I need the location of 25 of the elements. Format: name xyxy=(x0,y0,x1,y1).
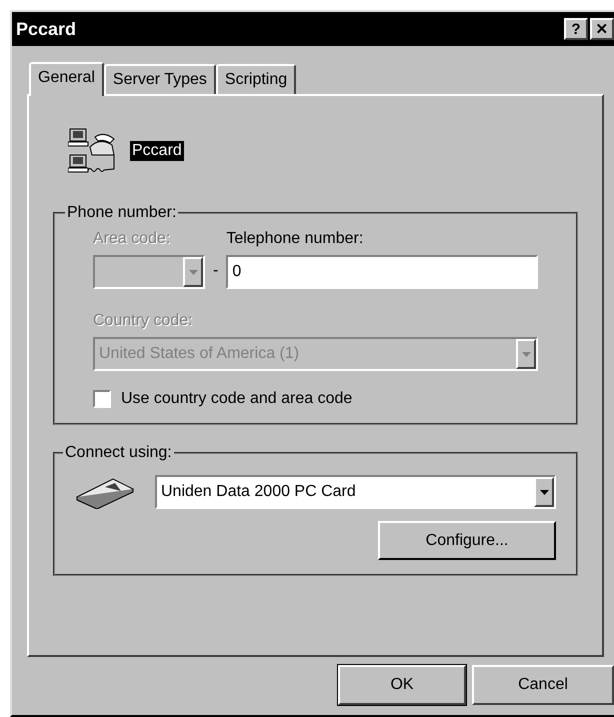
close-button[interactable]: ✕ xyxy=(590,18,614,40)
dial-up-connection-icon xyxy=(68,127,116,175)
tab[interactable]: General xyxy=(29,62,104,96)
configure-button[interactable]: Configure... xyxy=(378,521,556,560)
window-title: Pccard xyxy=(16,18,76,40)
ok-button[interactable]: OK xyxy=(338,665,466,705)
help-button[interactable]: ? xyxy=(564,18,588,40)
caret-icon xyxy=(188,270,198,274)
device-dropdown[interactable]: Uniden Data 2000 PC Card xyxy=(155,475,556,509)
checkbox-label: Use country code and area code xyxy=(121,389,352,409)
tab[interactable]: Server Types xyxy=(104,64,216,94)
caret-icon xyxy=(540,490,548,494)
field-label: Country code: xyxy=(93,311,194,331)
field-label: Telephone number: xyxy=(226,229,364,249)
separator: - xyxy=(213,261,218,281)
connection-name: Pccard xyxy=(130,141,184,161)
field-label: Area code: xyxy=(93,229,172,249)
checkbox[interactable] xyxy=(93,390,111,408)
group-label: Connect using: xyxy=(64,443,173,463)
dropdown-arrow-button[interactable] xyxy=(534,477,554,507)
group-label: Phone number: xyxy=(66,203,178,223)
tab[interactable]: Scripting xyxy=(216,64,296,94)
telephone-number-field[interactable]: 0 xyxy=(226,255,538,289)
caret-icon xyxy=(522,352,530,356)
cancel-button[interactable]: Cancel xyxy=(472,665,614,705)
